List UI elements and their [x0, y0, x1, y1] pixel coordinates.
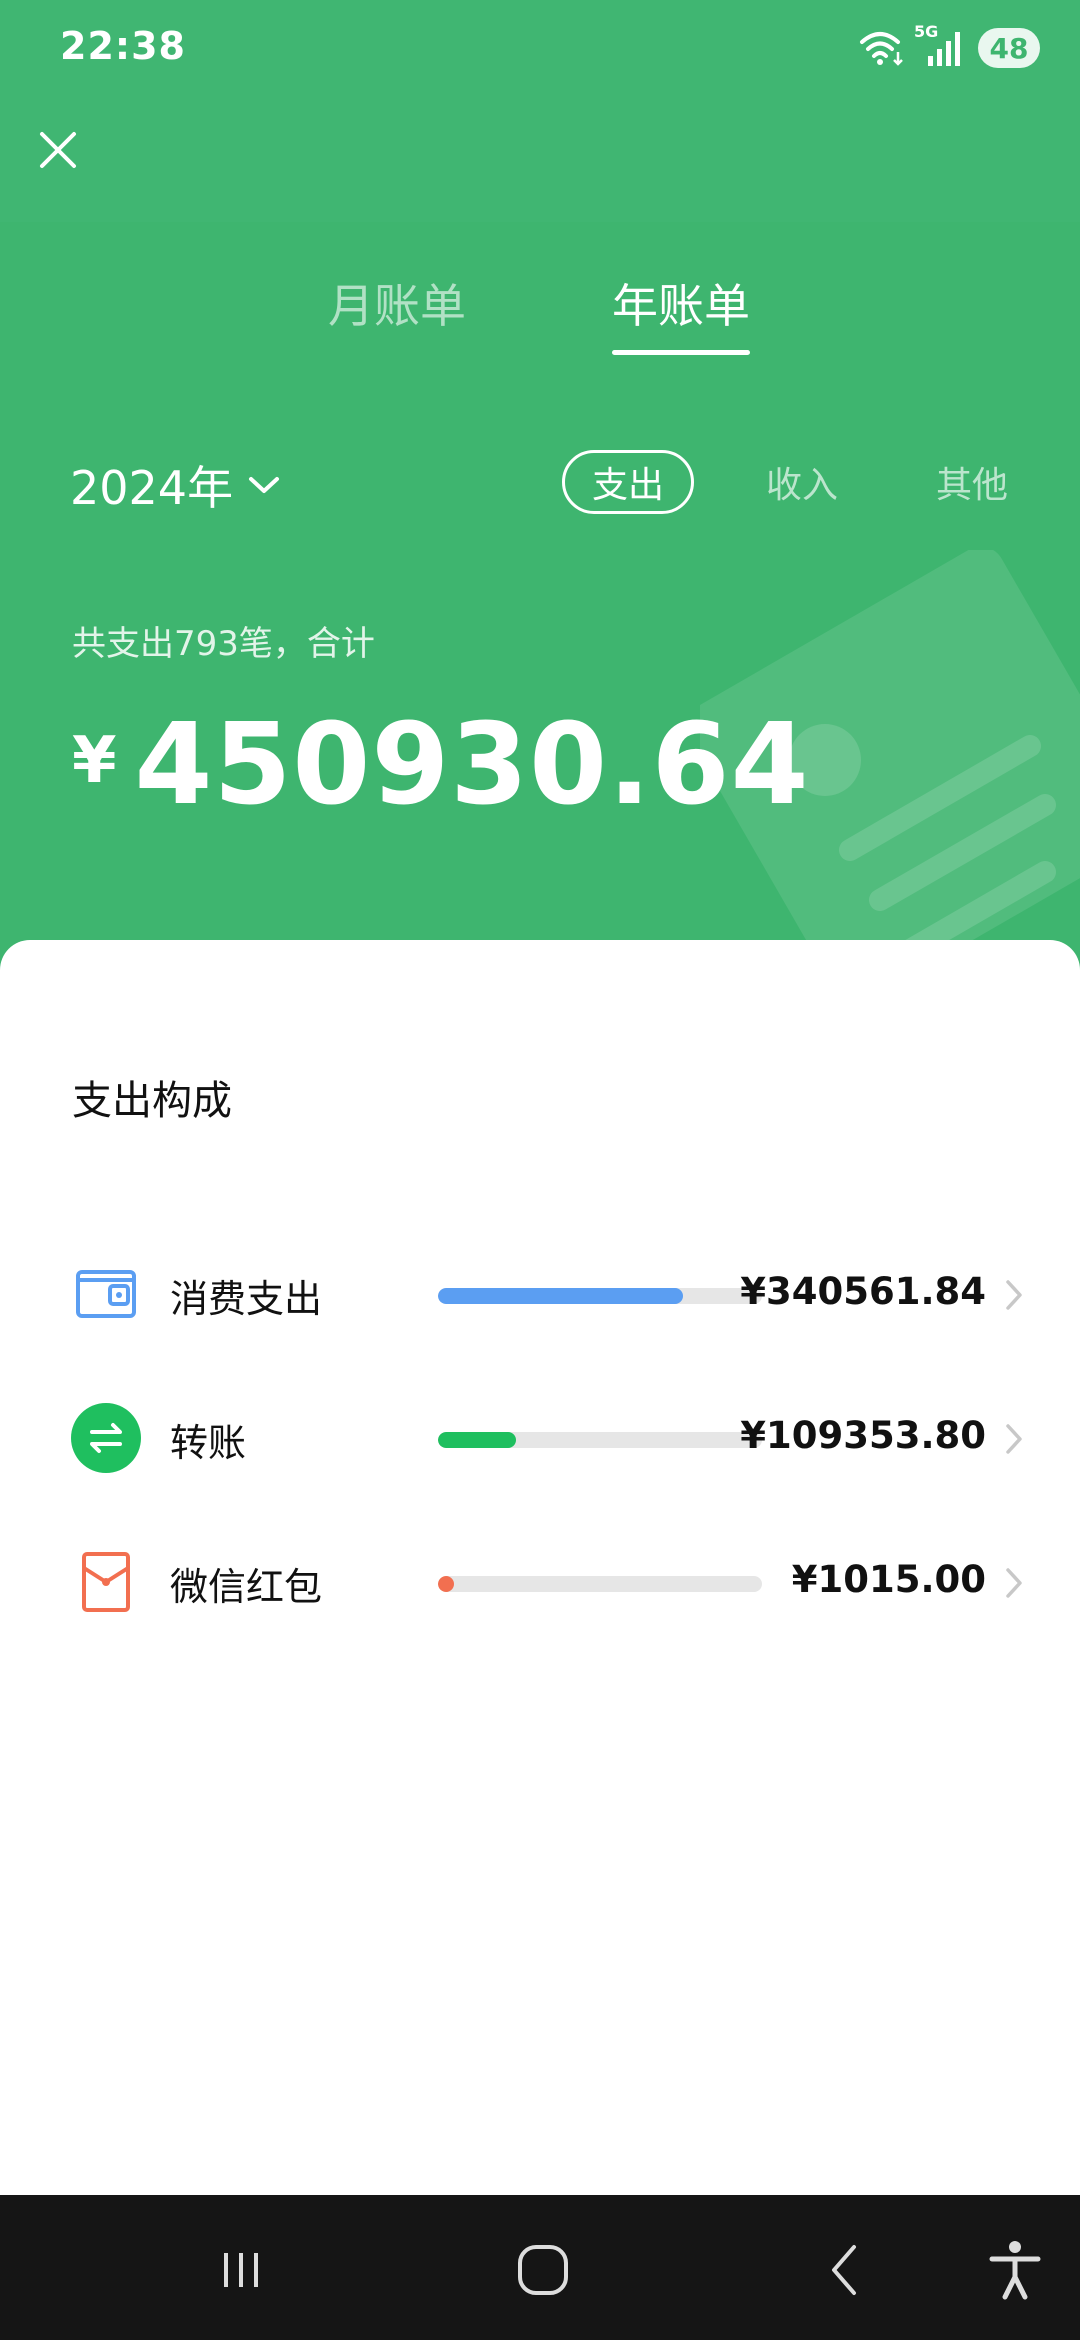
active-tab-indicator	[612, 350, 750, 355]
accessibility-icon[interactable]	[980, 2235, 1050, 2305]
currency-symbol: ¥	[72, 724, 117, 798]
progress-track	[438, 1288, 762, 1304]
chevron-right-icon	[1006, 1280, 1022, 1310]
progress-fill	[438, 1576, 455, 1592]
tab-yearly-bill[interactable]: 年账单	[612, 270, 750, 336]
chevron-right-icon	[1006, 1424, 1022, 1454]
wallet-icon	[76, 1270, 136, 1318]
progress-fill	[438, 1288, 683, 1304]
status-time: 22:38	[60, 24, 186, 68]
red-packet-icon	[82, 1552, 130, 1612]
system-nav-bar	[0, 2195, 1080, 2340]
filter-expense[interactable]: 支出	[562, 450, 694, 514]
total-amount-block: ¥ 450930.64	[72, 700, 810, 830]
year-selector[interactable]: 2024年	[70, 452, 281, 518]
section-title: 支出构成	[72, 1078, 232, 1124]
year-label: 2024年	[70, 461, 234, 515]
filter-income[interactable]: 收入	[742, 450, 862, 514]
signal-group: 5G	[914, 22, 964, 68]
breakdown-card: 支出构成 消费支出 ¥340561.84 转账 ¥109353.80 微信红包 …	[0, 940, 1080, 2195]
row-amount: ¥1015.00	[791, 1558, 986, 1601]
close-icon[interactable]	[30, 122, 86, 178]
header-panel: 22:38 5G 48 月账单 年账单 2024年 支出 收入 其他 共支出79…	[0, 0, 1080, 1000]
chevron-down-icon	[249, 477, 280, 493]
breakdown-row-consumption[interactable]: 消费支出 ¥340561.84	[0, 1250, 1080, 1340]
progress-fill	[438, 1432, 517, 1448]
breakdown-row-red-packet[interactable]: 微信红包 ¥1015.00	[0, 1538, 1080, 1628]
progress-track	[438, 1576, 762, 1592]
tab-monthly-bill[interactable]: 月账单	[328, 270, 466, 336]
wifi-icon	[860, 32, 903, 66]
progress-track	[438, 1432, 762, 1448]
row-label: 微信红包	[170, 1565, 323, 1609]
home-icon[interactable]	[508, 2235, 578, 2305]
transfer-icon	[71, 1403, 141, 1473]
breakdown-row-transfer[interactable]: 转账 ¥109353.80	[0, 1394, 1080, 1484]
yearly-bill-page: 22:38 5G 48 月账单 年账单 2024年 支出 收入 其他 共支出79…	[0, 0, 1080, 2340]
back-icon[interactable]	[810, 2235, 880, 2305]
row-amount: ¥109353.80	[740, 1414, 986, 1457]
battery-icon: 48	[978, 28, 1040, 68]
total-amount: 450930.64	[134, 700, 810, 830]
status-icons: 5G 48	[858, 22, 1040, 70]
bill-tabs: 月账单 年账单	[0, 270, 1080, 360]
status-bar: 22:38 5G 48	[0, 0, 1080, 100]
filter-other[interactable]: 其他	[912, 450, 1032, 514]
signal-icon	[928, 32, 960, 66]
summary-caption: 共支出793笔，合计	[72, 624, 375, 664]
chevron-right-icon	[1006, 1568, 1022, 1598]
recent-apps-icon[interactable]	[206, 2235, 276, 2305]
row-amount: ¥340561.84	[740, 1270, 986, 1313]
row-label: 转账	[170, 1421, 247, 1465]
row-label: 消费支出	[170, 1277, 323, 1321]
